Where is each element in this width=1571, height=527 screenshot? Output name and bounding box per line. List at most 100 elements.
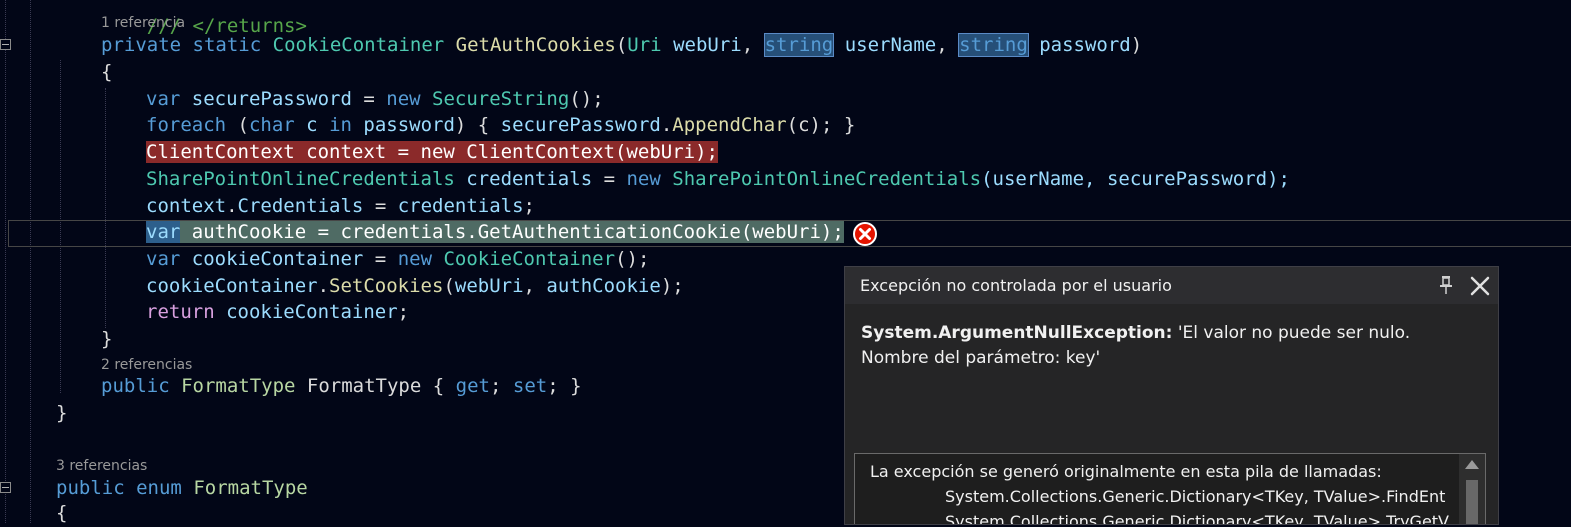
exception-message: System.ArgumentNullException: 'El valor …	[861, 321, 1481, 371]
variable-name: c	[294, 114, 330, 136]
punctuation: ,	[741, 34, 754, 56]
keyword: static	[192, 34, 262, 56]
variable-name: cookieContainer	[214, 301, 398, 323]
keyword: private	[101, 34, 182, 56]
pin-icon[interactable]	[1437, 275, 1455, 295]
code-line-breakpoint: ClientContext context = new ClientContex…	[146, 139, 718, 166]
code-line: var securePassword = new SecureString();	[146, 86, 604, 113]
variable-name: context	[146, 195, 227, 217]
code-line: SharePointOnlineCredentials credentials …	[146, 166, 1290, 193]
exception-helper-popup[interactable]: Excepción no controlada por el usuario S…	[844, 266, 1499, 525]
variable-name: credentials	[454, 168, 593, 190]
vertical-scrollbar[interactable]	[1459, 454, 1485, 524]
keyword: new	[626, 168, 661, 190]
selected-keyword: var	[146, 221, 181, 243]
property-name: Credentials	[237, 195, 364, 217]
operator: =	[363, 248, 398, 270]
type-name: SharePointOnlineCredentials	[146, 168, 455, 190]
method-name: AppendChar	[672, 114, 787, 136]
code-line: cookieContainer.SetCookies(webUri, authC…	[146, 273, 684, 300]
keyword: public	[56, 477, 125, 499]
type-name: CookieContainer	[272, 34, 445, 56]
highlighted-keyword: string	[958, 33, 1029, 57]
parameter-name: password	[1039, 34, 1131, 56]
variable-name: authCookie	[546, 275, 661, 297]
operator: =	[592, 168, 627, 190]
error-icon[interactable]	[852, 221, 878, 247]
type-name: CookieContainer	[443, 248, 616, 270]
code-line: var cookieContainer = new CookieContaine…	[146, 246, 649, 273]
code-line: foreach (char c in password) { securePas…	[146, 112, 855, 139]
variable-name: webUri	[454, 275, 524, 297]
brace: }	[101, 328, 113, 350]
punctuation: {	[421, 375, 456, 397]
punctuation: (	[615, 34, 628, 56]
punctuation: (c); }	[786, 114, 856, 136]
punctuation: (	[226, 114, 249, 136]
keyword: new	[386, 88, 421, 110]
keyword: return	[146, 301, 215, 323]
call-stack-frame[interactable]: System.Collections.Generic.Dictionary<TK…	[945, 487, 1445, 506]
punctuation: .	[317, 275, 330, 297]
code-line-enum: public enum FormatType	[56, 475, 308, 502]
variable-name: credentials	[397, 195, 524, 217]
popup-title: Excepción no controlada por el usuario	[860, 276, 1172, 295]
fold-collapse-icon[interactable]	[0, 482, 11, 493]
codelens-references[interactable]: 2 referencias	[101, 356, 192, 374]
code-line-property: public FormatType FormatType { get; set;…	[101, 373, 582, 400]
punctuation: (	[443, 275, 455, 297]
indent-guide	[105, 88, 107, 328]
parameter-name: webUri	[673, 34, 742, 56]
punctuation: ;	[397, 301, 410, 323]
punctuation: ,	[523, 275, 547, 297]
exception-type: System.ArgumentNullException:	[861, 323, 1173, 343]
keyword: enum	[136, 477, 182, 499]
punctuation: ;	[523, 195, 535, 217]
variable-name: cookieContainer	[180, 248, 364, 270]
codelens-references[interactable]: 1 referencia	[101, 14, 185, 32]
type-name: Uri	[627, 34, 662, 56]
arguments: (userName, securePassword);	[981, 168, 1290, 190]
scrollbar-thumb[interactable]	[1466, 480, 1478, 524]
variable-name: password	[351, 114, 455, 136]
parameter-name: userName	[844, 34, 937, 56]
code-line: context.Credentials = credentials;	[146, 193, 535, 220]
type-name: SecureString	[432, 88, 570, 110]
variable-name: securePassword	[500, 114, 661, 136]
highlighted-keyword: string	[763, 33, 835, 57]
popup-header: Excepción no controlada por el usuario	[845, 267, 1498, 304]
indent-guide	[30, 0, 32, 523]
punctuation: .	[660, 114, 673, 136]
variable-name: cookieContainer	[146, 275, 318, 297]
punctuation: .	[226, 195, 238, 217]
type-name: FormatType	[181, 375, 296, 397]
method-name: SetCookies	[329, 275, 444, 297]
scroll-up-arrow-icon[interactable]	[1465, 460, 1479, 469]
brace: {	[101, 61, 113, 83]
call-stack-frame[interactable]: System.Collections.Generic.Dictionary<TK…	[945, 512, 1449, 524]
call-stack-box[interactable]: La excepción se generó originalmente en …	[854, 453, 1486, 524]
punctuation: ; }	[547, 375, 582, 397]
outline-margin	[5, 0, 7, 523]
code-line-current-statement: var authCookie = credentials.GetAuthenti…	[146, 219, 844, 246]
keyword: char	[248, 114, 295, 136]
keyword: set	[512, 375, 548, 397]
close-icon[interactable]	[1469, 275, 1491, 297]
fold-collapse-icon[interactable]	[0, 39, 11, 50]
keyword: public	[101, 375, 170, 397]
operator: =	[363, 195, 398, 217]
keyword: get	[455, 375, 490, 397]
keyword: new	[397, 248, 433, 270]
code-line-signature: private static CookieContainer GetAuthCo…	[101, 32, 1142, 59]
code-line-brace: {	[101, 59, 112, 86]
punctuation: )	[1130, 34, 1143, 56]
brace: {	[56, 502, 68, 524]
code-line: return cookieContainer;	[146, 299, 409, 326]
codelens-references[interactable]: 3 referencias	[56, 457, 147, 475]
punctuation: ) {	[454, 114, 501, 136]
variable-name: securePassword	[191, 88, 352, 110]
keyword: var	[146, 88, 181, 110]
code-line-comment: /// </returns>	[101, 0, 307, 37]
keyword: var	[146, 248, 181, 270]
property-name: FormatType	[295, 375, 422, 397]
